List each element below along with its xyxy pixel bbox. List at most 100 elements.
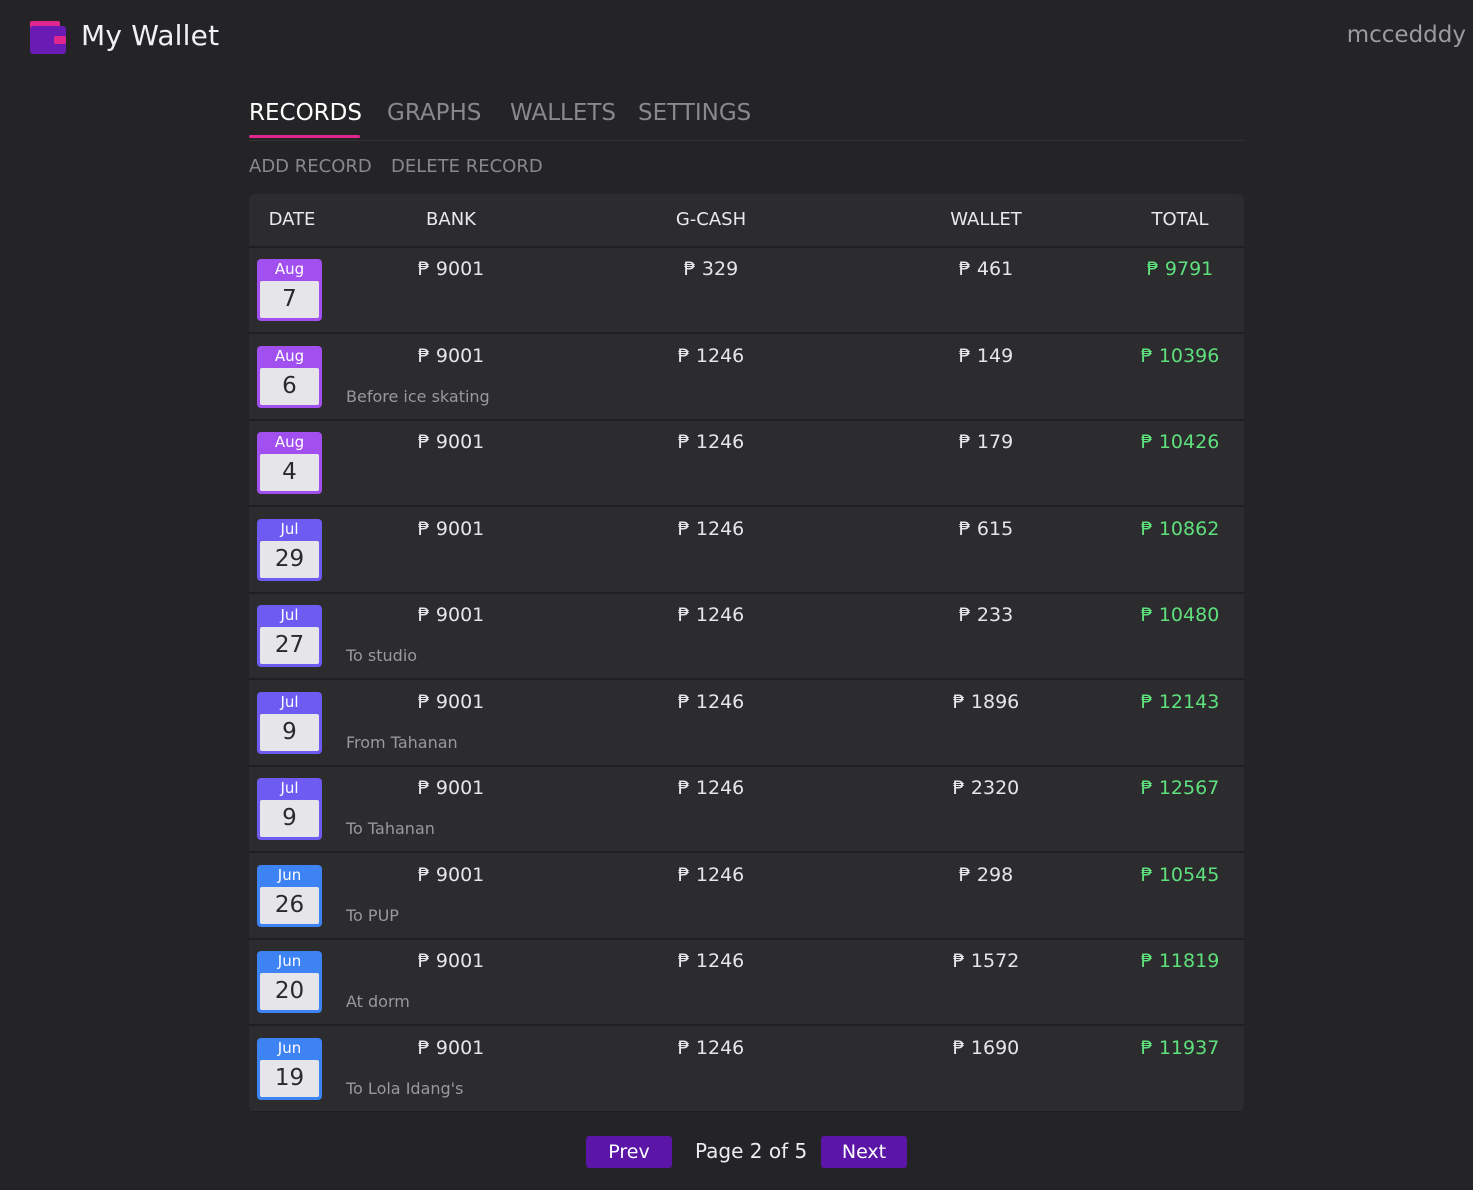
gcash-amount: ₱ 1246 (677, 690, 745, 713)
date-day: 4 (260, 454, 319, 491)
date-day: 26 (260, 886, 319, 924)
gcash-amount: ₱ 1246 (677, 431, 745, 453)
gcash-amount: ₱ 1246 (677, 1036, 745, 1059)
bank-amount: ₱ 9001 (417, 950, 485, 972)
date-badge: Aug 6 (257, 345, 322, 408)
table-row[interactable]: Aug 4 ₱ 9001 ₱ 1246 ₱ 179 ₱ 10426 (249, 421, 1244, 507)
gcash-amount: ₱ 1246 (677, 950, 745, 972)
table-header: DATE BANK G-CASH WALLET TOTAL (249, 194, 1244, 248)
date-month: Jul (280, 519, 299, 538)
records-table: DATE BANK G-CASH WALLET TOTAL Aug 7 ₱ 9001… (249, 194, 1244, 1112)
date-badge: Jun 19 (257, 1037, 322, 1100)
date-day: 20 (260, 973, 319, 1010)
total-amount: ₱ 9791 (1146, 258, 1214, 280)
delete-record-button[interactable]: DELETE RECORD (391, 156, 543, 177)
date-badge: Jul 27 (257, 605, 322, 667)
date-badge: Aug 7 (257, 259, 322, 321)
app-title: My Wallet (81, 19, 220, 52)
date-day: 29 (260, 540, 319, 578)
gcash-amount: ₱ 1246 (677, 604, 745, 626)
total-amount: ₱ 11937 (1140, 1036, 1220, 1059)
total-amount: ₱ 10545 (1140, 863, 1220, 886)
column-header-bank: BANK (426, 209, 476, 230)
wallet-amount: ₱ 149 (958, 344, 1014, 367)
wallet-amount: ₱ 179 (958, 431, 1014, 453)
top-bar: My Wallet mccedddy (0, 0, 1473, 80)
column-header-total: TOTAL (1151, 209, 1209, 230)
date-day: 19 (260, 1059, 319, 1097)
table-row[interactable]: Aug 7 ₱ 9001 ₱ 329 ₱ 461 ₱ 9791 (249, 248, 1244, 334)
table-row[interactable]: Jun 20 ₱ 9001 ₱ 1246 ₱ 1572 ₱ 11819 At dorm (249, 940, 1244, 1026)
tab-wallets[interactable]: WALLETS (510, 100, 616, 126)
wallet-amount: ₱ 1690 (952, 1036, 1020, 1059)
table-row[interactable]: Jul 29 ₱ 9001 ₱ 1246 ₱ 615 ₱ 10862 (249, 508, 1244, 594)
date-day: 6 (260, 367, 319, 405)
date-month: Jun (277, 865, 302, 884)
bank-amount: ₱ 9001 (417, 1036, 485, 1059)
tab-graphs[interactable]: GRAPHS (387, 100, 481, 126)
table-row[interactable]: Jul 9 ₱ 9001 ₱ 1246 ₱ 2320 ₱ 12567 To Tahanan (249, 767, 1244, 853)
wallet-amount: ₱ 233 (958, 604, 1014, 626)
bank-amount: ₱ 9001 (417, 258, 485, 280)
total-amount: ₱ 10480 (1140, 604, 1220, 626)
date-badge: Jul 29 (257, 518, 322, 581)
total-amount: ₱ 10426 (1140, 431, 1220, 453)
table-row[interactable]: Aug 6 ₱ 9001 ₱ 1246 ₱ 149 ₱ 10396 Before ice s… (249, 335, 1244, 421)
record-note: To PUP (346, 905, 399, 925)
table-row[interactable]: Jul 9 ₱ 9001 ₱ 1246 ₱ 1896 ₱ 12143 From Tahana… (249, 681, 1244, 767)
record-note: From Tahanan (346, 732, 458, 752)
date-month: Aug (274, 260, 305, 278)
date-badge: Jul 9 (257, 778, 322, 840)
record-note: Before ice skating (346, 386, 490, 406)
pagination: Prev Page 2 of 5 Next (0, 1136, 1473, 1170)
page-indicator: Page 2 of 5 (695, 1139, 808, 1163)
date-day: 9 (260, 713, 319, 751)
date-badge: Jun 26 (257, 864, 322, 927)
date-day: 27 (260, 627, 319, 664)
date-month: Jul (280, 779, 299, 797)
wallet-amount: ₱ 2320 (952, 777, 1020, 799)
bank-amount: ₱ 9001 (417, 777, 485, 799)
column-header-date: DATE (268, 209, 316, 230)
bank-amount: ₱ 9001 (417, 344, 485, 367)
gcash-amount: ₱ 329 (683, 258, 739, 280)
bank-amount: ₱ 9001 (417, 604, 485, 626)
next-page-button[interactable]: Next (821, 1136, 907, 1168)
tab-bar: RECORDS GRAPHS WALLETS SETTINGS (249, 100, 1244, 141)
prev-page-button[interactable]: Prev (586, 1136, 672, 1168)
gcash-amount: ₱ 1246 (677, 863, 745, 886)
gcash-amount: ₱ 1246 (677, 517, 745, 540)
total-amount: ₱ 10862 (1140, 517, 1220, 540)
wallet-amount: ₱ 461 (958, 258, 1014, 280)
total-amount: ₱ 11819 (1140, 950, 1220, 972)
column-header-wallet: WALLET (950, 209, 1022, 230)
table-row[interactable]: Jun 19 ₱ 9001 ₱ 1246 ₱ 1690 ₱ 11937 To Lola Id… (249, 1027, 1244, 1112)
tab-settings[interactable]: SETTINGS (638, 100, 751, 126)
record-note: To Tahanan (346, 819, 435, 838)
date-month: Jul (280, 692, 299, 711)
date-day: 9 (260, 800, 319, 837)
date-month: Jun (277, 1038, 302, 1057)
date-month: Jul (280, 606, 299, 624)
active-tab-indicator (249, 135, 360, 138)
tab-records[interactable]: RECORDS (249, 100, 362, 126)
bank-amount: ₱ 9001 (417, 863, 485, 886)
table-row[interactable]: Jul 27 ₱ 9001 ₱ 1246 ₱ 233 ₱ 10480 To studio (249, 594, 1244, 680)
date-badge: Jul 9 (257, 691, 322, 754)
total-amount: ₱ 12143 (1140, 690, 1220, 713)
wallet-amount: ₱ 1896 (952, 690, 1020, 713)
record-note: At dorm (346, 992, 410, 1011)
username[interactable]: mccedddy (1347, 22, 1466, 48)
wallet-amount: ₱ 615 (958, 517, 1014, 540)
record-note: To Lola Idang's (346, 1078, 464, 1098)
wallet-amount: ₱ 1572 (952, 950, 1020, 972)
column-header-gcash: G-CASH (675, 209, 747, 230)
total-amount: ₱ 10396 (1140, 344, 1220, 367)
wallet-icon (30, 21, 66, 54)
add-record-button[interactable]: ADD RECORD (249, 156, 372, 177)
date-month: Aug (274, 433, 305, 451)
date-badge: Aug 4 (257, 432, 322, 494)
bank-amount: ₱ 9001 (417, 690, 485, 713)
table-row[interactable]: Jun 26 ₱ 9001 ₱ 1246 ₱ 298 ₱ 10545 To PUP (249, 854, 1244, 940)
date-month: Jun (277, 952, 302, 970)
